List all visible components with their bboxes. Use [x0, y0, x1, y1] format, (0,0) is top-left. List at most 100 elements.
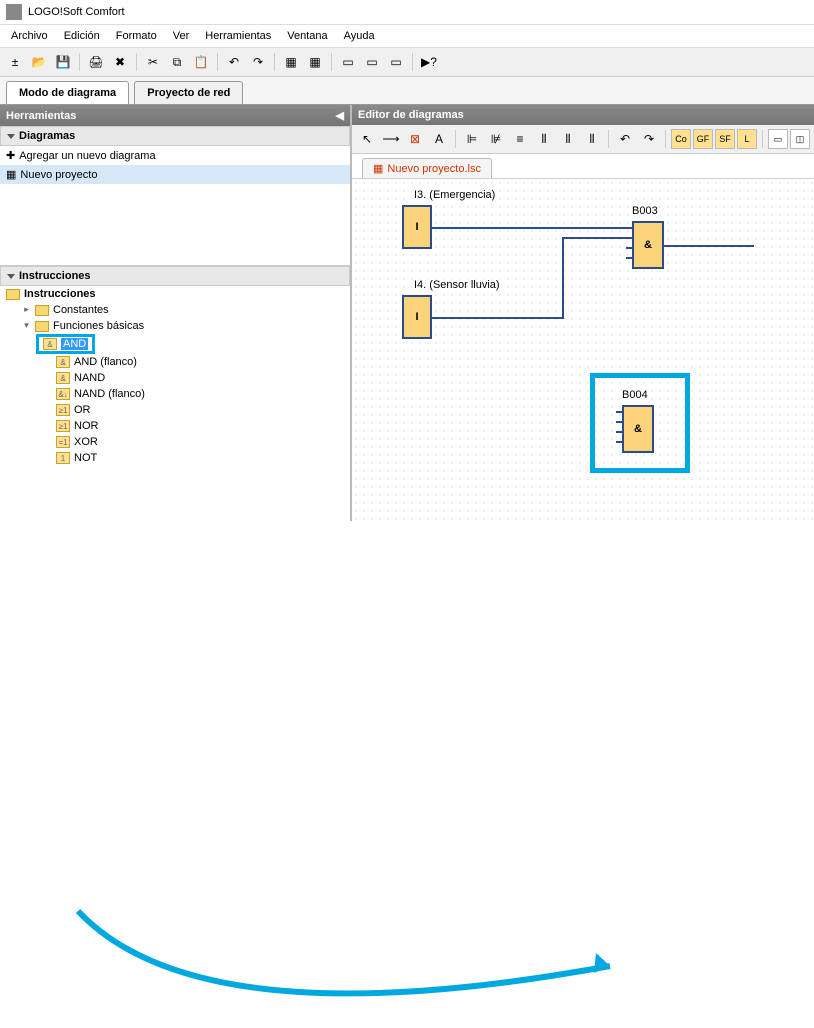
titlebar: LOGO!Soft Comfort: [0, 0, 814, 25]
menu-archivo[interactable]: Archivo: [4, 27, 55, 45]
project-icon: ▦: [6, 168, 16, 181]
b004-highlight: [590, 373, 690, 473]
tree-or[interactable]: ≥1 OR: [0, 402, 350, 418]
tree-root[interactable]: Instrucciones: [0, 286, 350, 302]
cut-icon[interactable]: ✂: [142, 51, 164, 73]
menubar: Archivo Edición Formato Ver Herramientas…: [0, 25, 814, 47]
folder-icon: [35, 321, 49, 332]
menu-ayuda[interactable]: Ayuda: [337, 27, 382, 45]
not-icon: 1: [56, 452, 70, 464]
tab-diagram-mode[interactable]: Modo de diagrama: [6, 81, 129, 104]
tree-and-flanco[interactable]: & AND (flanco): [0, 354, 350, 370]
b003-block[interactable]: &: [632, 221, 664, 269]
view1-icon[interactable]: ▭: [768, 129, 788, 149]
collapse-icon[interactable]: ▾: [22, 322, 31, 331]
align3-icon[interactable]: ≡: [509, 128, 531, 150]
editor-tabs: ▦ Nuevo proyecto.lsc: [352, 154, 814, 179]
left-panel: Herramientas ◀ Diagramas ✚ Agregar un nu…: [0, 105, 352, 521]
tree-nand-flanco[interactable]: &↓ NAND (flanco): [0, 386, 350, 402]
b003-label: B003: [630, 205, 660, 217]
download-icon[interactable]: ▦: [304, 51, 326, 73]
align2-icon[interactable]: ⊯: [485, 128, 507, 150]
view2-icon[interactable]: ◫: [790, 129, 810, 149]
project-item[interactable]: ▦ Nuevo proyecto: [0, 165, 350, 184]
menu-herramientas[interactable]: Herramientas: [198, 27, 278, 45]
open-icon[interactable]: 📂: [28, 51, 50, 73]
align4-icon[interactable]: ⫴: [533, 128, 555, 150]
new-icon[interactable]: ±: [4, 51, 26, 73]
tree-funciones[interactable]: ▾ Funciones básicas: [0, 318, 350, 334]
menu-edicion[interactable]: Edición: [57, 27, 107, 45]
editor-toolbar: ↖ ⟶ ⊠ A ⊫ ⊯ ≡ ⫴ ⫴ ⫴ ↶ ↷ Co GF SF L ▭ ◫: [352, 125, 814, 154]
gf-button[interactable]: GF: [693, 129, 713, 149]
undo2-icon[interactable]: ↶: [614, 128, 636, 150]
diagram-canvas[interactable]: I3. (Emergencia) I I4. (Sensor lluvia) I…: [352, 179, 814, 521]
delete-icon[interactable]: ✖: [109, 51, 131, 73]
tree-xor[interactable]: =1 XOR: [0, 434, 350, 450]
xor-icon: =1: [56, 436, 70, 448]
app-icon: [6, 4, 22, 20]
menu-ventana[interactable]: Ventana: [280, 27, 334, 45]
transfer-icon[interactable]: ▦: [280, 51, 302, 73]
align6-icon[interactable]: ⫴: [581, 128, 603, 150]
help-icon[interactable]: ▶?: [418, 51, 440, 73]
app-title: LOGO!Soft Comfort: [28, 6, 125, 18]
connect-icon[interactable]: ⊠: [404, 128, 426, 150]
chevron-down-icon: [7, 274, 15, 279]
sf-button[interactable]: SF: [715, 129, 735, 149]
align-icon[interactable]: ⊫: [461, 128, 483, 150]
layout3-icon[interactable]: ▭: [385, 51, 407, 73]
cursor-icon[interactable]: ↖: [356, 128, 378, 150]
paste-icon[interactable]: 📋: [190, 51, 212, 73]
editor-tab[interactable]: ▦ Nuevo proyecto.lsc: [362, 158, 492, 178]
and-flanco-icon: &: [56, 356, 70, 368]
folder-icon: [35, 305, 49, 316]
folder-icon: [6, 289, 20, 300]
nand-flanco-icon: &↓: [56, 388, 70, 400]
redo-icon[interactable]: ↷: [247, 51, 269, 73]
text-icon[interactable]: A: [428, 128, 450, 150]
tree-constantes[interactable]: ▸ Constantes: [0, 302, 350, 318]
collapse-icon[interactable]: ◀: [336, 109, 344, 122]
copy-icon[interactable]: ⧉: [166, 51, 188, 73]
link-icon[interactable]: ⟶: [380, 128, 402, 150]
redo2-icon[interactable]: ↷: [638, 128, 660, 150]
main-toolbar: ± 📂 💾 🖨 ✖ ✂ ⧉ 📋 ↶ ↷ ▦ ▦ ▭ ▭ ▭ ▶?: [0, 47, 814, 77]
tools-header: Herramientas ◀: [0, 105, 350, 126]
menu-formato[interactable]: Formato: [109, 27, 164, 45]
mode-tabs: Modo de diagrama Proyecto de red: [0, 77, 814, 105]
annotation-arrow: [0, 521, 814, 1028]
tree-and-highlighted[interactable]: & AND: [36, 334, 95, 354]
align5-icon[interactable]: ⫴: [557, 128, 579, 150]
add-diagram-icon: ✚: [6, 149, 15, 162]
right-panel: Editor de diagramas ↖ ⟶ ⊠ A ⊫ ⊯ ≡ ⫴ ⫴ ⫴ …: [352, 105, 814, 521]
chevron-down-icon: [7, 134, 15, 139]
nand-icon: &: [56, 372, 70, 384]
nor-icon: ≥1: [56, 420, 70, 432]
diagrams-header[interactable]: Diagramas: [0, 126, 350, 146]
tab-network-project[interactable]: Proyecto de red: [134, 81, 243, 104]
and-block-icon: &: [43, 338, 57, 350]
or-icon: ≥1: [56, 404, 70, 416]
expand-icon[interactable]: ▸: [22, 306, 31, 315]
i4-label: I4. (Sensor lluvia): [412, 279, 502, 291]
tree-not[interactable]: 1 NOT: [0, 450, 350, 466]
editor-header: Editor de diagramas: [352, 105, 814, 125]
save-icon[interactable]: 💾: [52, 51, 74, 73]
layout1-icon[interactable]: ▭: [337, 51, 359, 73]
diagrams-list: ✚ Agregar un nuevo diagrama ▦ Nuevo proy…: [0, 146, 350, 266]
i4-block[interactable]: I: [402, 295, 432, 339]
print-icon[interactable]: 🖨: [85, 51, 107, 73]
menu-ver[interactable]: Ver: [166, 27, 197, 45]
layout2-icon[interactable]: ▭: [361, 51, 383, 73]
i3-label: I3. (Emergencia): [412, 189, 497, 201]
tree-nand[interactable]: & NAND: [0, 370, 350, 386]
i3-block[interactable]: I: [402, 205, 432, 249]
add-diagram-item[interactable]: ✚ Agregar un nuevo diagrama: [0, 146, 350, 165]
co-button[interactable]: Co: [671, 129, 691, 149]
tree-nor[interactable]: ≥1 NOR: [0, 418, 350, 434]
l-button[interactable]: L: [737, 129, 757, 149]
tab-icon: ▦: [373, 162, 383, 175]
undo-icon[interactable]: ↶: [223, 51, 245, 73]
instructions-header[interactable]: Instrucciones: [0, 266, 350, 286]
